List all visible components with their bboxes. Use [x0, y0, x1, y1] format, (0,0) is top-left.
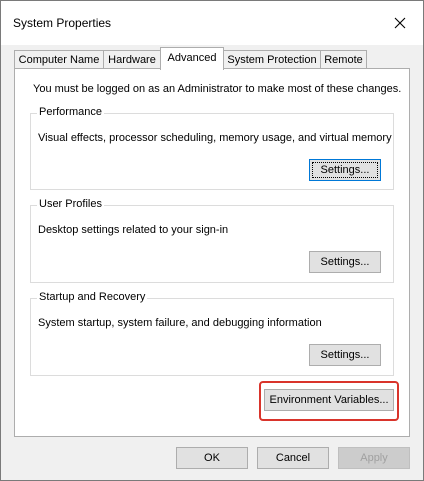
ok-button[interactable]: OK: [176, 447, 248, 469]
title-bar: System Properties: [1, 1, 423, 45]
user-profiles-title: User Profiles: [37, 198, 104, 210]
apply-button[interactable]: Apply: [338, 447, 410, 469]
tab-computer-name[interactable]: Computer Name: [14, 50, 104, 68]
performance-title: Performance: [37, 106, 104, 118]
system-properties-window: System Properties Computer Name Hardware…: [0, 0, 424, 481]
close-icon: [394, 17, 406, 29]
startup-recovery-title: Startup and Recovery: [37, 291, 148, 303]
tab-label: Hardware: [108, 54, 156, 66]
performance-group: Performance Visual effects, processor sc…: [30, 106, 394, 190]
performance-settings-button[interactable]: Settings...: [309, 159, 381, 181]
tab-label: Advanced: [167, 52, 217, 64]
tab-label: System Protection: [227, 54, 317, 66]
tab-remote[interactable]: Remote: [320, 50, 367, 68]
cancel-button[interactable]: Cancel: [257, 447, 329, 469]
tab-hardware[interactable]: Hardware: [103, 50, 161, 68]
tab-label: Computer Name: [18, 54, 100, 66]
performance-description: Visual effects, processor scheduling, me…: [38, 132, 392, 144]
tab-advanced[interactable]: Advanced: [160, 47, 224, 70]
startup-recovery-settings-button[interactable]: Settings...: [309, 344, 381, 366]
user-profiles-settings-button[interactable]: Settings...: [309, 251, 381, 273]
user-profiles-group: User Profiles Desktop settings related t…: [30, 198, 394, 283]
close-button[interactable]: [377, 1, 423, 45]
admin-note: You must be logged on as an Administrato…: [33, 83, 402, 95]
user-profiles-description: Desktop settings related to your sign-in: [38, 224, 229, 236]
environment-variables-button[interactable]: Environment Variables...: [264, 389, 394, 411]
tab-label: Remote: [324, 54, 363, 66]
startup-recovery-description: System startup, system failure, and debu…: [38, 317, 322, 329]
startup-recovery-group: Startup and Recovery System startup, sys…: [30, 291, 394, 376]
tab-system-protection[interactable]: System Protection: [223, 50, 321, 68]
window-title: System Properties: [13, 16, 112, 30]
